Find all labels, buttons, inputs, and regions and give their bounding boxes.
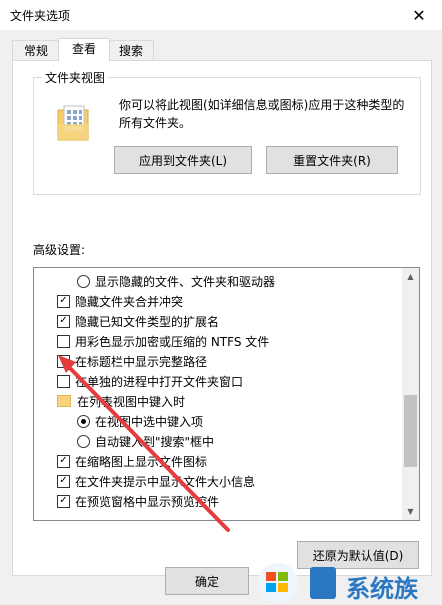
- scrollbar-thumb[interactable]: [404, 394, 417, 467]
- list-item-show-hidden[interactable]: 显示隐藏的文件、文件夹和驱动器: [34, 271, 419, 291]
- list-item-hide-merge-conflicts[interactable]: ✓ 隐藏文件夹合并冲突: [34, 291, 419, 311]
- tab-search[interactable]: 搜索: [108, 40, 154, 61]
- dialog-body: 常规 查看 搜索 文件夹视图 你可以将此视图(如详细信息或图标)应用于这种类型的…: [0, 30, 442, 605]
- checkbox[interactable]: [57, 374, 70, 388]
- list-item-thumbnail-icons[interactable]: ✓ 在缩略图上显示文件图标: [34, 451, 419, 471]
- reset-folders-button[interactable]: 重置文件夹(R): [266, 146, 398, 174]
- checkbox[interactable]: ✓: [57, 454, 70, 468]
- title-bar: 文件夹选项 ✕: [0, 0, 442, 30]
- list-item-separate-process[interactable]: 在单独的进程中打开文件夹窗口: [34, 371, 419, 391]
- list-item-label: 在单独的进程中打开文件夹窗口: [75, 374, 244, 389]
- checkbox[interactable]: ✓: [57, 314, 70, 328]
- radio-button[interactable]: [77, 414, 90, 428]
- folder-views-group: 文件夹视图 你可以将此视图(如详细信息或图标)应用于这种类型的所有文件夹。 应用…: [33, 69, 421, 195]
- list-item-folder-tips-size[interactable]: ✓ 在文件夹提示中显示文件大小信息: [34, 471, 419, 491]
- checkbox[interactable]: [57, 334, 70, 348]
- tab-general[interactable]: 常规: [12, 40, 60, 61]
- list-item-label: 自动键入到"搜索"框中: [95, 434, 215, 449]
- ok-button[interactable]: 确定: [165, 567, 249, 595]
- list-item-label: 在列表视图中键入时: [77, 394, 186, 409]
- list-item-label: 在视图中选中键入项: [95, 414, 204, 429]
- folder-views-icon: [57, 105, 89, 141]
- list-scrollbar[interactable]: ▲ ▼: [402, 268, 419, 520]
- folder-views-description: 你可以将此视图(如详细信息或图标)应用于这种类型的所有文件夹。: [119, 98, 405, 130]
- checkbox[interactable]: ✓: [57, 294, 70, 308]
- folder-views-title: 文件夹视图: [42, 69, 109, 86]
- list-item-label: 在预览窗格中显示预览控件: [75, 494, 220, 509]
- list-item-label: 在标题栏中显示完整路径: [75, 354, 208, 369]
- scroll-up-icon[interactable]: ▲: [402, 268, 419, 285]
- list-item-label: 在文件夹提示中显示文件大小信息: [75, 474, 256, 489]
- radio-button[interactable]: [77, 434, 90, 448]
- apply-to-folders-button[interactable]: 应用到文件夹(L): [114, 146, 252, 174]
- list-item-full-path[interactable]: 在标题栏中显示完整路径: [34, 351, 419, 371]
- radio-button[interactable]: [77, 274, 90, 288]
- list-item-label: 隐藏已知文件类型的扩展名: [75, 314, 220, 329]
- list-item-label: 用彩色显示加密或压缩的 NTFS 文件: [75, 334, 270, 349]
- close-icon[interactable]: ✕: [396, 0, 442, 30]
- folder-icon: [57, 395, 71, 407]
- checkbox[interactable]: ✓: [57, 474, 70, 488]
- watermark-logo: 系统族: [254, 559, 442, 605]
- window-title: 文件夹选项: [10, 9, 71, 23]
- list-item-typing-group: 在列表视图中键入时: [34, 391, 419, 411]
- list-item-hide-extensions[interactable]: ✓ 隐藏已知文件类型的扩展名: [34, 311, 419, 331]
- list-item-type-into-search[interactable]: 自动键入到"搜索"框中: [34, 431, 419, 451]
- scroll-down-icon[interactable]: ▼: [402, 503, 419, 520]
- watermark-text: 系统族: [346, 575, 418, 603]
- advanced-settings-list: 显示隐藏的文件、文件夹和驱动器 ✓ 隐藏文件夹合并冲突 ✓ 隐藏已知文件类型的扩…: [33, 267, 420, 521]
- checkbox[interactable]: [57, 354, 70, 368]
- list-item-label: 隐藏文件夹合并冲突: [75, 294, 184, 309]
- list-item-color-ntfs[interactable]: 用彩色显示加密或压缩的 NTFS 文件: [34, 331, 419, 351]
- view-tab-panel: 文件夹视图 你可以将此视图(如详细信息或图标)应用于这种类型的所有文件夹。 应用…: [12, 60, 432, 576]
- list-item-preview-handlers[interactable]: ✓ 在预览窗格中显示预览控件: [34, 491, 419, 511]
- advanced-settings-label: 高级设置:: [33, 243, 86, 257]
- tab-view[interactable]: 查看: [58, 38, 110, 62]
- list-item-label: 显示隐藏的文件、文件夹和驱动器: [95, 274, 276, 289]
- checkbox[interactable]: ✓: [57, 494, 70, 508]
- list-item-label: 在缩略图上显示文件图标: [75, 454, 208, 469]
- list-item-select-typed[interactable]: 在视图中选中键入项: [34, 411, 419, 431]
